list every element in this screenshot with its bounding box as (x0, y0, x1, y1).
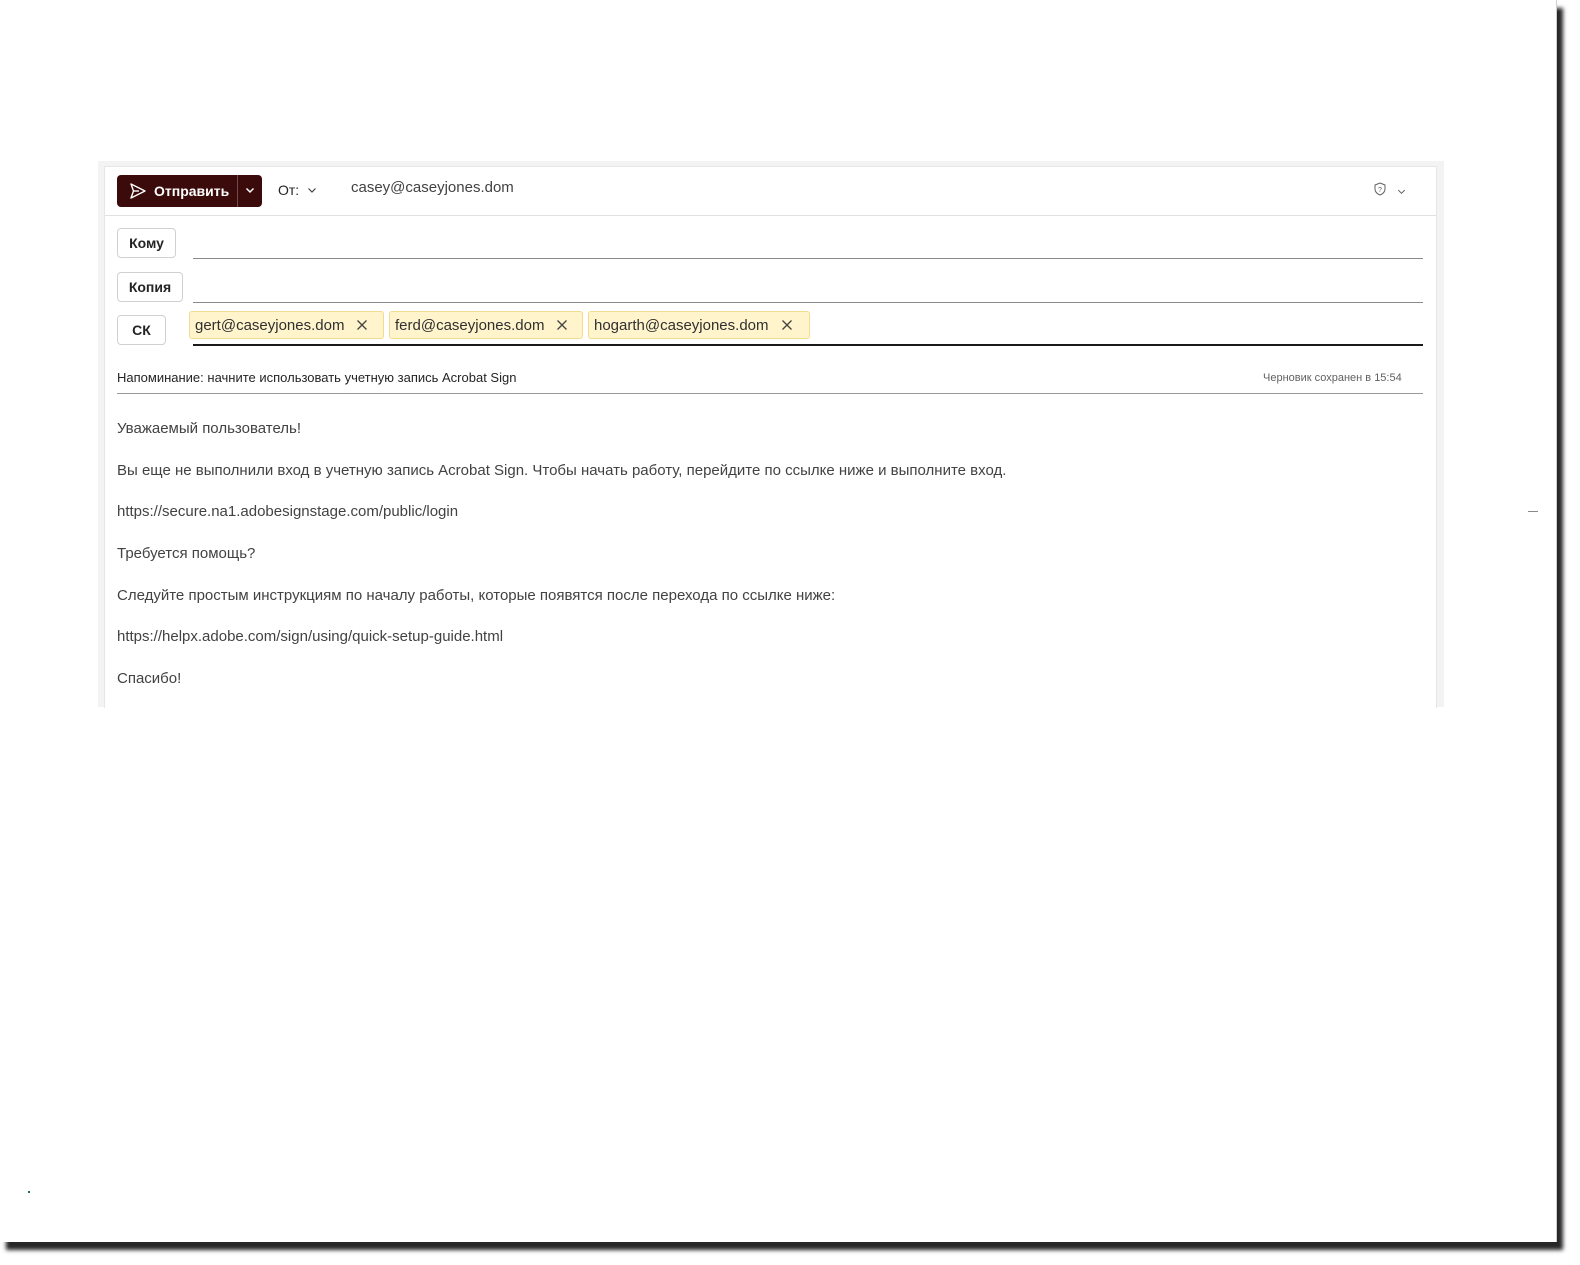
recipient-chip-address: hogarth@caseyjones.dom (594, 316, 769, 334)
from-selector[interactable]: От: (278, 182, 317, 198)
send-button[interactable]: Отправить (117, 175, 229, 207)
divider-mark (1528, 511, 1538, 512)
body-closing: Спасибо! (117, 670, 182, 688)
chevron-down-icon (1397, 183, 1406, 201)
send-button-group: Отправить (117, 175, 262, 207)
chevron-down-icon (245, 182, 255, 200)
svg-text:?: ? (1378, 187, 1382, 194)
send-icon (129, 182, 147, 200)
body-paragraph: Вы еще не выполнили вход в учетную запис… (117, 461, 1007, 479)
send-options-button[interactable] (238, 175, 262, 207)
recipient-chip[interactable]: gert@caseyjones.dom (189, 311, 384, 339)
from-label: От: (278, 182, 300, 198)
draft-status: Черновик сохранен в 15:54 (1263, 372, 1402, 384)
recipient-chip[interactable]: ferd@caseyjones.dom (389, 311, 583, 339)
body-help-link: https://helpx.adobe.com/sign/using/quick… (117, 628, 504, 646)
subject-input[interactable]: Напоминание: начните использовать учетну… (117, 370, 516, 385)
stray-mark (28, 1191, 30, 1193)
cc-input[interactable] (193, 302, 1423, 303)
recipient-chip[interactable]: hogarth@caseyjones.dom (588, 311, 810, 339)
cc-button[interactable]: Копия (117, 272, 183, 302)
send-button-label: Отправить (154, 183, 230, 199)
close-icon[interactable] (355, 318, 369, 332)
body-greeting: Уважаемый пользователь! (117, 420, 302, 437)
bcc-button[interactable]: СК (117, 315, 166, 345)
compose-toolbar: Отправить От: casey@caseyjones.dom ? (105, 167, 1436, 216)
chevron-down-icon (307, 182, 317, 198)
subject-underline (117, 393, 1423, 394)
message-body[interactable]: Уважаемый пользователь! Вы еще не выполн… (117, 419, 1417, 708)
recipient-chip-address: ferd@caseyjones.dom (395, 316, 545, 334)
close-icon[interactable] (780, 318, 794, 332)
body-paragraph: Следуйте простым инструкциям по началу р… (117, 586, 836, 604)
bcc-input[interactable] (193, 344, 1423, 346)
compose-pane: Отправить От: casey@caseyjones.dom ? Ком… (104, 166, 1437, 708)
to-button[interactable]: Кому (117, 228, 176, 258)
sensitivity-icon: ? (1373, 182, 1387, 201)
body-paragraph: Требуется помощь? (117, 545, 256, 563)
from-address: casey@caseyjones.dom (351, 179, 514, 196)
sensitivity-button[interactable]: ? (1373, 182, 1406, 201)
body-login-link: https://secure.na1.adobesignstage.com/pu… (117, 503, 459, 521)
close-icon[interactable] (555, 318, 569, 332)
to-input[interactable] (193, 258, 1423, 259)
recipient-chip-address: gert@caseyjones.dom (195, 316, 345, 334)
